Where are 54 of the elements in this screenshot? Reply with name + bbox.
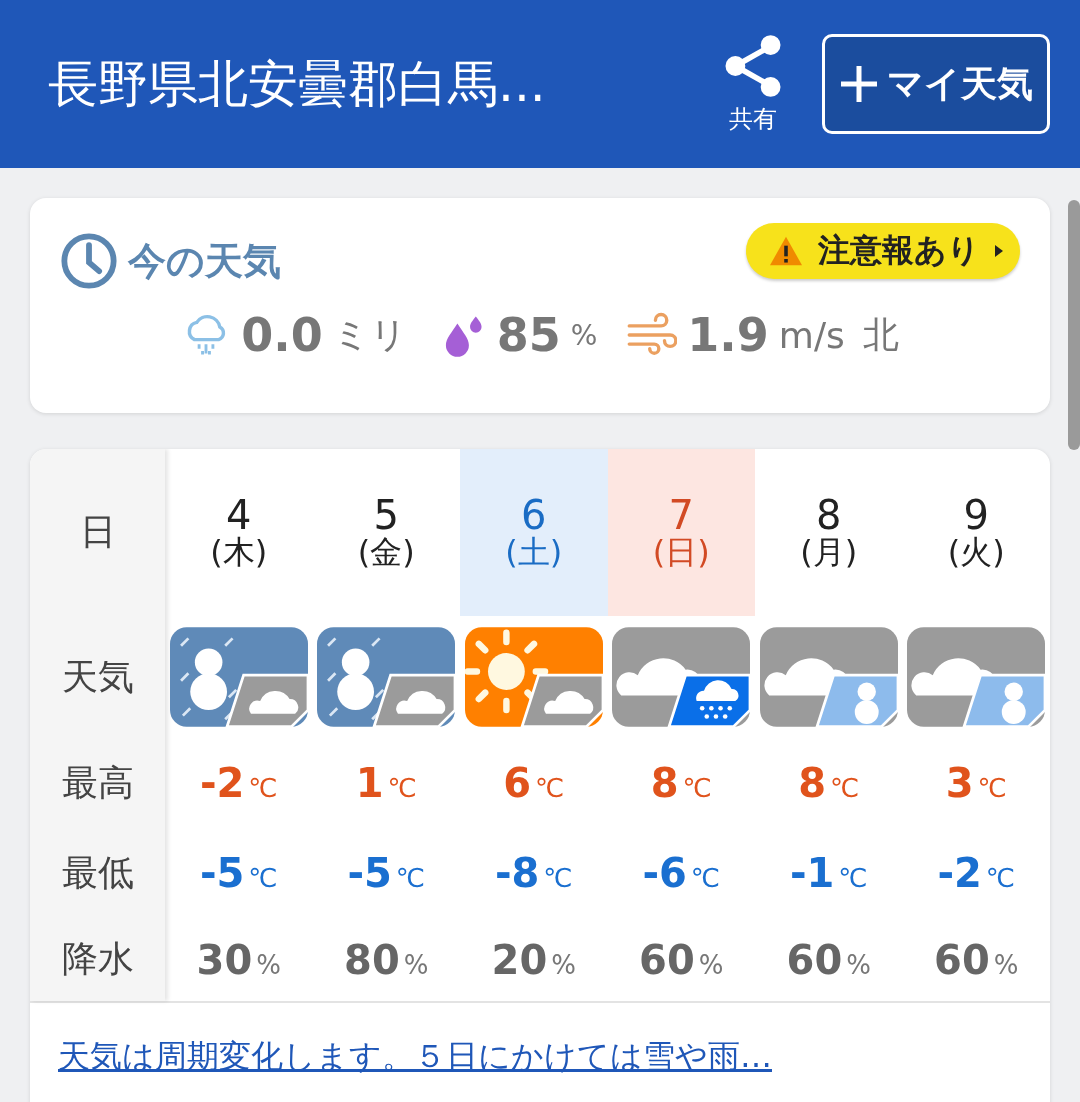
precip-chance: 60% (786, 936, 871, 983)
row-label: 最低 (60, 850, 135, 895)
day-weekday: (土) (505, 534, 563, 571)
day-date: 7 (668, 494, 694, 535)
summary-link[interactable]: 天気は周期変化します。５日にかけては雪や雨… (58, 1037, 772, 1075)
section-title: 今の天気 (128, 237, 282, 285)
share-button[interactable]: 共有 (720, 33, 786, 135)
clock-icon (60, 232, 118, 290)
low-temp: -1℃ (789, 850, 868, 896)
caret-icon (994, 244, 1004, 258)
my-weather-button[interactable]: マイ天気 (822, 34, 1050, 134)
day-date: 5 (373, 494, 399, 535)
day-weekday: (月) (800, 534, 858, 571)
day-date: 8 (816, 494, 842, 535)
plus-icon (839, 64, 879, 104)
wind-icon (627, 312, 678, 358)
alert-button[interactable]: 注意報あり (746, 223, 1020, 279)
row-label: 降水 (60, 937, 135, 981)
day-date: 6 (521, 494, 547, 535)
wind-unit: m/s (778, 314, 845, 356)
low-temp: -2℃ (937, 850, 1016, 896)
precip-chance: 20% (491, 936, 576, 983)
day-weekday: (日) (652, 534, 710, 571)
scrollbar[interactable] (1068, 200, 1080, 450)
high-temp: 1℃ (355, 760, 417, 806)
day-weekday: (木) (210, 534, 268, 571)
warning-icon (768, 235, 804, 267)
wind-direction: 北 (862, 312, 899, 357)
high-temp: 8℃ (650, 760, 712, 806)
low-temp: -5℃ (199, 850, 278, 896)
high-temp: -2℃ (199, 760, 278, 806)
precip-chance: 30% (196, 936, 281, 983)
high-temp: 3℃ (945, 760, 1007, 806)
humidity-unit: % (570, 318, 598, 352)
precip-value: 0.0 (241, 308, 323, 362)
row-label: 天気 (60, 654, 135, 699)
day-date: 4 (226, 494, 252, 535)
day-weekday: (火) (947, 534, 1005, 571)
day-weekday: (金) (357, 534, 415, 571)
precip-chance: 60% (934, 936, 1019, 983)
low-temp: -5℃ (347, 850, 426, 896)
precip-chance: 80% (344, 936, 429, 983)
row-label: 日 (78, 510, 117, 554)
precip-unit: ミリ (332, 312, 407, 357)
day-date: 9 (963, 494, 989, 535)
row-label: 最高 (60, 760, 135, 805)
precip-chance: 60% (639, 936, 724, 983)
humidity-value: 85 (496, 308, 561, 362)
location-title: 長野県北安曇郡白馬... (48, 53, 547, 115)
high-temp: 6℃ (503, 760, 565, 806)
low-temp: -6℃ (642, 850, 721, 896)
wind-speed: 1.9 (687, 308, 769, 362)
high-temp: 8℃ (798, 760, 860, 806)
low-temp: -8℃ (494, 850, 573, 896)
